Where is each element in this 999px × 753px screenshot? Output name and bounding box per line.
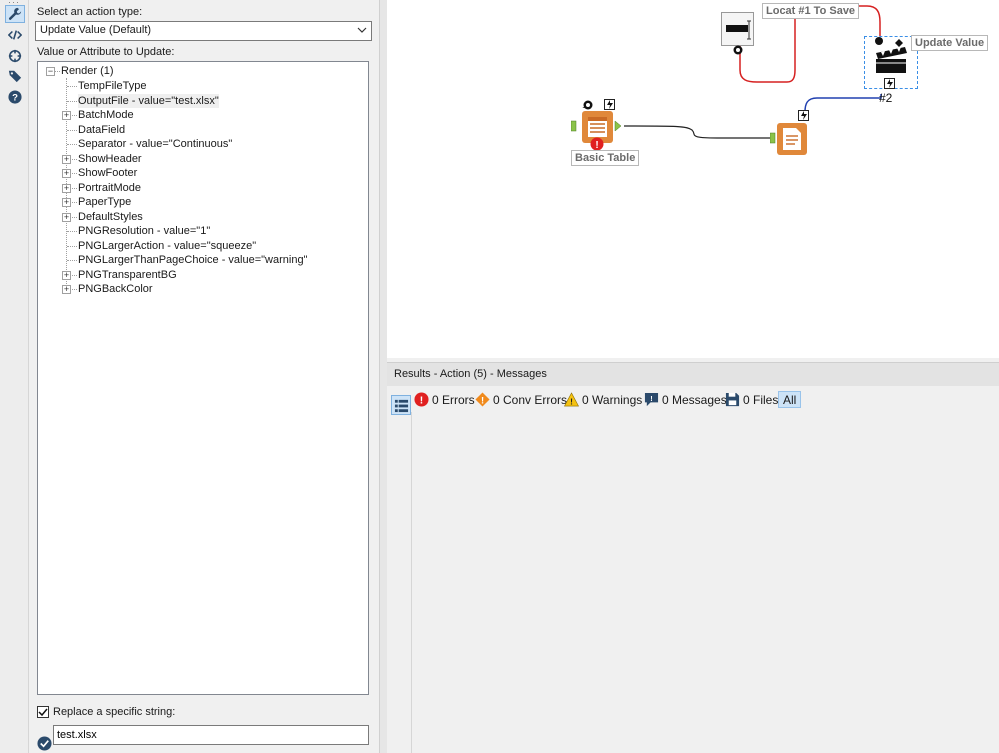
svg-text:!: ! <box>650 394 653 403</box>
svg-text:!: ! <box>570 397 573 407</box>
expand-icon[interactable]: + <box>62 169 71 178</box>
svg-text:?: ? <box>12 93 18 104</box>
lightning-icon <box>604 99 615 110</box>
tree-item[interactable]: DefaultStyles <box>78 210 143 224</box>
results-header: Results - Action (5) - Messages <box>387 362 999 386</box>
tree-item[interactable]: TempFileType <box>78 79 146 93</box>
update-value-label: Update Value <box>911 35 989 51</box>
filter-all[interactable]: All <box>778 391 802 408</box>
error-icon: ! <box>590 137 604 151</box>
list-view-icon <box>394 399 408 412</box>
value-attribute-tree[interactable]: − Render (1) TempFileType OutputFile - va… <box>37 61 369 695</box>
configuration-wrench-icon[interactable] <box>5 5 25 23</box>
replace-string-label: Replace a specific string: <box>53 706 176 718</box>
tree-item[interactable]: PNGResolution - value="1" <box>78 224 210 238</box>
filter-errors-label: 0 Errors <box>432 392 475 407</box>
filter-errors[interactable]: ! 0 Errors <box>414 391 475 408</box>
text-box-tool[interactable] <box>721 12 754 46</box>
workflow-canvas[interactable]: ! Basic Table Locat #1 To Save Update Va… <box>387 0 999 358</box>
help-question-icon[interactable]: ? <box>5 88 25 106</box>
tree-item[interactable]: Separator - value="Continuous" <box>78 137 232 151</box>
filter-conv-errors[interactable]: ! 0 Conv Errors <box>475 391 567 408</box>
replace-string-row: Replace a specific string: <box>37 704 175 720</box>
error-icon: ! <box>414 392 429 407</box>
basic-table-label: Basic Table <box>571 150 640 166</box>
action-type-dropdown[interactable]: Update Value (Default) <box>35 21 372 41</box>
expand-icon[interactable]: + <box>62 285 71 294</box>
panel-splitter[interactable] <box>379 0 387 753</box>
filter-files-label: 0 Files <box>743 392 779 407</box>
connection-number-label: #2 <box>879 91 893 105</box>
tree-item[interactable]: OutputFile - value="test.xlsx" <box>78 94 219 108</box>
svg-text:!: ! <box>481 395 484 405</box>
collapse-icon[interactable]: − <box>46 67 55 76</box>
tree-item[interactable]: ShowHeader <box>78 152 142 166</box>
tree-item[interactable]: PNGLargerAction - value="squeeze" <box>78 239 256 253</box>
conversion-error-icon: ! <box>475 392 490 407</box>
connection-target-icon[interactable] <box>5 47 25 65</box>
checkmark-icon <box>38 708 48 717</box>
metadata-icon <box>733 45 743 55</box>
xml-code-icon[interactable] <box>5 26 25 44</box>
value-to-update-label: Value or Attribute to Update: <box>37 46 175 58</box>
filter-files[interactable]: 0 Files <box>725 391 778 408</box>
text-box-label: Locat #1 To Save <box>762 3 860 19</box>
chevron-down-icon <box>357 27 367 33</box>
annotation-tag-icon[interactable] <box>5 67 25 85</box>
expand-icon[interactable]: + <box>62 213 71 222</box>
configuration-panel: Select an action type: Update Value (Def… <box>30 0 379 753</box>
replace-string-checkbox[interactable] <box>37 706 49 718</box>
message-icon: ! <box>644 392 659 407</box>
tree-item[interactable]: PNGBackColor <box>78 282 153 296</box>
results-sidebar <box>387 412 412 753</box>
filter-warnings-label: 0 Warnings <box>582 392 643 407</box>
replace-string-input[interactable] <box>53 725 369 745</box>
check-circle-icon <box>37 736 52 751</box>
list-view-button[interactable] <box>391 395 411 415</box>
lightning-icon <box>884 78 895 89</box>
lightning-icon <box>798 110 809 121</box>
tree-item[interactable]: PNGLargerThanPageChoice - value="warning… <box>78 253 307 267</box>
expand-icon[interactable]: + <box>62 155 71 164</box>
filter-messages-label: 0 Messages <box>662 392 727 407</box>
results-message-list <box>412 412 999 753</box>
results-filter-toolbar: ! 0 Errors ! 0 Conv Errors ! 0 Warnings … <box>387 386 999 412</box>
filter-all-label: All <box>783 392 797 407</box>
tool-rail: ··· ? <box>0 0 29 753</box>
tree-item[interactable]: DataField <box>78 123 125 137</box>
tree-item[interactable]: ShowFooter <box>78 166 137 180</box>
tree-root-render[interactable]: Render (1) <box>61 64 114 78</box>
expand-icon[interactable]: + <box>62 184 71 193</box>
text-box-tool-icon <box>726 20 751 40</box>
tree-item[interactable]: BatchMode <box>78 108 134 122</box>
tree-item[interactable]: PaperType <box>78 195 131 209</box>
save-disk-icon <box>725 392 740 407</box>
action-type-value: Update Value (Default) <box>40 24 152 36</box>
action-type-label: Select an action type: <box>37 6 143 18</box>
warning-icon: ! <box>564 392 579 407</box>
tree-item[interactable]: PNGTransparentBG <box>78 268 177 282</box>
filter-warnings[interactable]: ! 0 Warnings <box>564 391 642 408</box>
filter-messages[interactable]: ! 0 Messages <box>644 391 727 408</box>
results-title: Results - Action (5) - Messages <box>394 368 547 380</box>
svg-text:!: ! <box>420 396 423 407</box>
expand-icon[interactable]: + <box>62 198 71 207</box>
wire-action-to-render <box>804 94 882 113</box>
expand-icon[interactable]: + <box>62 111 71 120</box>
wire-basic-to-render <box>623 125 774 139</box>
tree-item[interactable]: PortraitMode <box>78 181 141 195</box>
expand-icon[interactable]: + <box>62 271 71 280</box>
filter-conv-errors-label: 0 Conv Errors <box>493 392 568 407</box>
metadata-icon <box>583 100 593 110</box>
